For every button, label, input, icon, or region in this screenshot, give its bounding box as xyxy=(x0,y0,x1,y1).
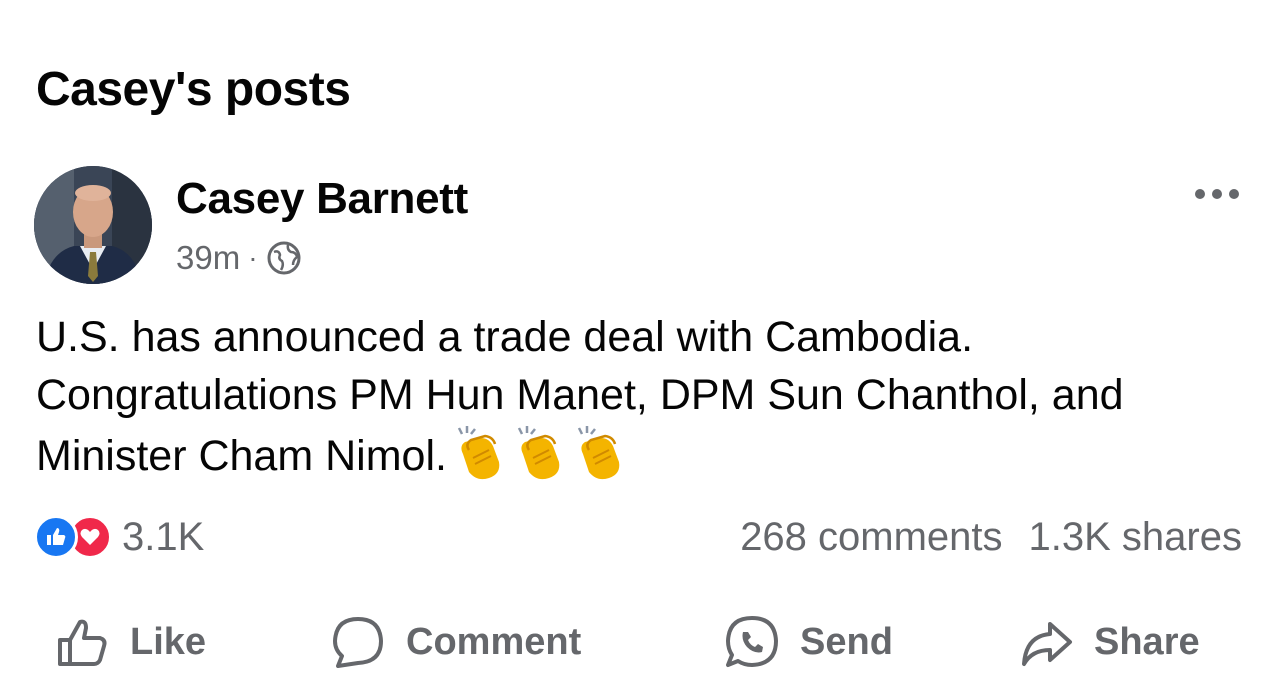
more-dot xyxy=(1195,189,1205,199)
comments-count[interactable]: 268 comments xyxy=(740,515,1002,560)
comment-button[interactable]: Comment xyxy=(330,610,581,674)
shares-count[interactable]: 1.3K shares xyxy=(1029,515,1242,560)
more-dot xyxy=(1229,189,1239,199)
clapping-hands-icon xyxy=(569,424,627,482)
author-name[interactable]: Casey Barnett xyxy=(176,174,468,224)
like-button[interactable]: Like xyxy=(54,610,206,674)
comment-bubble-icon xyxy=(333,617,383,668)
post-time[interactable]: 39m xyxy=(176,239,240,277)
comment-label: Comment xyxy=(406,620,582,663)
send-button[interactable]: Send xyxy=(724,610,893,674)
post-card: Casey Barnett 39m · U.S. has announced a… xyxy=(0,0,1280,692)
whatsapp-icon xyxy=(726,616,778,667)
post-text: U.S. has announced a trade deal with Cam… xyxy=(36,308,1256,485)
thumbs-up-icon xyxy=(58,619,107,666)
post-meta: 39m · xyxy=(176,236,302,280)
engagement-stats: 268 comments 1.3K shares xyxy=(740,512,1242,562)
reactions-summary[interactable]: 3.1K xyxy=(34,512,204,562)
globe-icon xyxy=(266,240,302,276)
more-dot xyxy=(1212,189,1222,199)
avatar[interactable] xyxy=(34,166,152,284)
share-arrow-icon xyxy=(1022,622,1072,666)
meta-separator: · xyxy=(248,242,258,273)
like-label: Like xyxy=(130,620,207,663)
more-options-button[interactable] xyxy=(1186,176,1248,212)
clapping-hands-icon xyxy=(509,424,567,482)
send-label: Send xyxy=(800,620,893,663)
reaction-count: 3.1K xyxy=(122,514,205,559)
share-label: Share xyxy=(1094,620,1200,663)
clapping-hands-icon xyxy=(449,424,507,482)
like-icon xyxy=(34,515,78,559)
action-bar: Like Comment Send Share xyxy=(0,610,1280,674)
share-button[interactable]: Share xyxy=(1018,610,1200,674)
